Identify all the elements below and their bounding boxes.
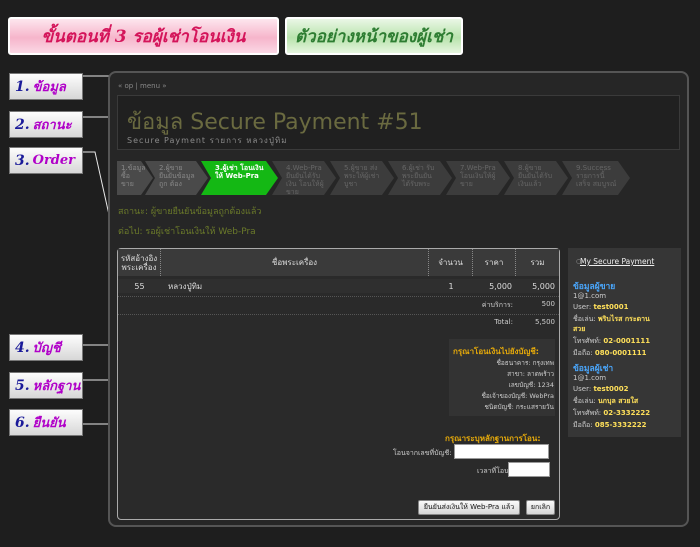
step-6: 6.ผู้เช่า รับพระยืนยัน ได้รับพระ bbox=[388, 161, 452, 195]
buyer-nickname: ชื่อเล่น: นกบุล สวยใส bbox=[573, 397, 639, 405]
col-total: รวม bbox=[530, 258, 545, 267]
seller-mobile: มือถือ: 080-0001111 bbox=[573, 349, 647, 357]
transfer-time-input[interactable] bbox=[508, 462, 550, 477]
progress-steps: 1.ข้อมูล ซื้อขาย 2.ผู้ขาย ยืนยันข้อมูลถู… bbox=[117, 161, 662, 195]
breadcrumb[interactable]: « op | menu » bbox=[118, 82, 167, 90]
confirm-transfer-button[interactable]: ยืนยันส่งเงินให้ Web-Pra แล้ว bbox=[418, 500, 520, 515]
step-banner: ขั้นตอนที่ 3 รอผู้เช่าโอนเงิน bbox=[8, 17, 279, 55]
from-account-label: โอนจากเลขที่บัญชี: bbox=[393, 449, 452, 457]
seller-phone: โทรศัพท์: 02-0001111 bbox=[573, 337, 651, 345]
table-header: รหัสอ้างอิง พระเครื่อง ชื่อพระเครื่อง จำ… bbox=[118, 249, 559, 276]
page-subtitle: Secure Payment รายการ หลวงปู่ทิม bbox=[127, 136, 288, 145]
buyer-phone: โทรศัพท์: 02-3332222 bbox=[573, 409, 651, 417]
step-2: 2.ผู้ขาย ยืนยันข้อมูลถูก ต้อง bbox=[145, 161, 208, 195]
bank-account-number: เลขบัญชี: 1234 bbox=[508, 381, 554, 389]
col-name: ชื่อพระเครื่อง bbox=[161, 249, 429, 276]
service-fee-row: ค่าบริการ: 500 bbox=[118, 296, 559, 310]
step-8: 8.ผู้ขาย ยืนยันได้รับ เงินแล้ว bbox=[504, 161, 568, 195]
callout-confirm: 6. ยืนยัน bbox=[9, 409, 83, 436]
seller-email: 1@1.com bbox=[573, 292, 607, 300]
callout-info: 1. ข้อมูล bbox=[9, 73, 83, 100]
bank-name: ชื่อธนาคาร: กรุงเทพ bbox=[496, 359, 554, 367]
buyer-email: 1@1.com bbox=[573, 374, 607, 382]
buyer-info-title: ข้อมูลผู้เช่า bbox=[573, 364, 614, 374]
next-step-text: ต่อไป: รอผู้เช่าโอนเงินให้ Web-Pra bbox=[118, 227, 256, 237]
bank-account-owner: ชื่อเจ้าของบัญชี: WebPra bbox=[481, 392, 554, 400]
step-4: 4.Web-Pra ยืนยันได้รับเงิน โอนให้ผู้ขาย bbox=[272, 161, 336, 195]
preview-banner: ตัวอย่างหน้าของผู้เช่า bbox=[285, 17, 463, 55]
step-7: 7.Web-Pra โอนเงินให้ผู้ขาย bbox=[446, 161, 510, 195]
seller-info-title: ข้อมูลผู้ขาย bbox=[573, 282, 616, 292]
from-account-input[interactable] bbox=[454, 444, 549, 459]
seller-nickname-2: สวย bbox=[573, 325, 586, 333]
step-1: 1.ข้อมูล ซื้อขาย bbox=[117, 161, 153, 195]
col-price: ราคา bbox=[473, 249, 516, 276]
step-3: 3.ผู้เช่า โอนเงินให้ Web-Pra bbox=[201, 161, 278, 195]
cancel-button[interactable]: ยกเลิก bbox=[526, 500, 555, 515]
step-9: 9.Success รายการนี้เสร็จ สมบูรณ์ bbox=[562, 161, 630, 195]
table-row: 55 หลวงปู่ทิม 1 5,000 5,000 bbox=[118, 279, 559, 293]
transfer-time-label: เวลาที่โอน: bbox=[477, 467, 512, 475]
buyer-user: User: test0002 bbox=[573, 385, 629, 393]
step-5: 5.ผู้ขาย ส่งพระให้ผู้เช่า บูชา bbox=[330, 161, 394, 195]
callout-evidence: 5. หลักฐาน bbox=[9, 372, 83, 399]
col-ref: รหัสอ้างอิง พระเครื่อง bbox=[118, 249, 161, 276]
callout-account: 4. บัญชี bbox=[9, 334, 83, 361]
total-row: Total: 5,500 bbox=[118, 314, 559, 328]
my-secure-payment-link[interactable]: My Secure Payment bbox=[580, 257, 654, 266]
col-qty: จำนวน bbox=[429, 249, 473, 276]
callout-status: 2. สถานะ bbox=[9, 111, 83, 138]
buyer-mobile: มือถือ: 085-3332222 bbox=[573, 421, 647, 429]
bank-branch: สาขา: ลาดพร้าว bbox=[507, 370, 554, 378]
status-text: สถานะ: ผู้ขายยืนยันข้อมูลถูกต้องแล้ว bbox=[118, 207, 262, 217]
callout-order: 3. Order bbox=[9, 147, 83, 174]
bank-account-type: ชนิดบัญชี: กระแสรายวัน bbox=[484, 403, 554, 411]
bank-title: กรุณาโอนเงินไปยังบัญชี: bbox=[453, 347, 539, 356]
seller-user: User: test0001 bbox=[573, 303, 629, 311]
